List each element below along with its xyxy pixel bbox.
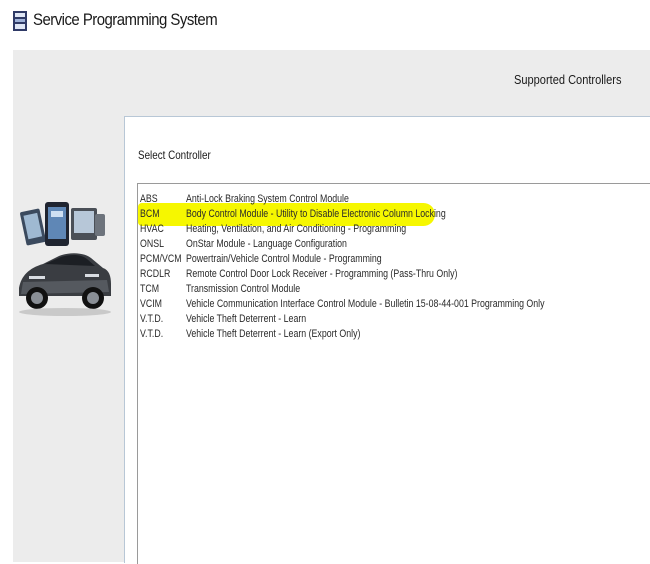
controller-code: V.T.D. (140, 313, 164, 325)
app-icon (13, 11, 27, 31)
controller-code: TCM (140, 283, 160, 295)
controller-selection-panel: Select Controller ABS Anti-Lock Braking … (124, 116, 650, 564)
controller-code: ABS (140, 193, 158, 205)
controller-description: Heating, Ventilation, and Air Conditioni… (186, 223, 407, 235)
controller-code: V.T.D. (140, 328, 164, 340)
select-controller-label: Select Controller (138, 148, 211, 162)
list-item-tcm[interactable]: TCM Transmission Control Module (138, 282, 650, 297)
car-and-scan-tools-icon (19, 202, 111, 316)
controller-code: VCIM (140, 298, 162, 310)
controller-code: RCDLR (140, 268, 171, 280)
controller-code: BCM (140, 208, 160, 220)
list-item-abs[interactable]: ABS Anti-Lock Braking System Control Mod… (138, 192, 650, 207)
controller-description: Vehicle Communication Interface Control … (186, 298, 545, 310)
controller-description: Vehicle Theft Deterrent - Learn (186, 313, 307, 325)
list-item-hvac[interactable]: HVAC Heating, Ventilation, and Air Condi… (138, 222, 650, 237)
controller-code: PCM/VCM (140, 253, 182, 265)
title-bar: Service Programming System (0, 0, 650, 48)
controller-description: Remote Control Door Lock Receiver - Prog… (186, 268, 458, 280)
controller-description: Vehicle Theft Deterrent - Learn (Export … (186, 328, 361, 340)
controller-list[interactable]: ABS Anti-Lock Braking System Control Mod… (137, 183, 650, 564)
controller-description: Anti-Lock Braking System Control Module (186, 193, 349, 205)
list-item-rcdlr[interactable]: RCDLR Remote Control Door Lock Receiver … (138, 267, 650, 282)
list-item-pcm-vcm[interactable]: PCM/VCM Powertrain/Vehicle Control Modul… (138, 252, 650, 267)
main-workspace: Supported Controllers Select Controller … (13, 50, 650, 564)
supported-controllers-header: Supported Controllers (514, 72, 622, 87)
controller-code: HVAC (140, 223, 164, 235)
controller-description: Body Control Module - Utility to Disable… (186, 208, 446, 220)
list-item-vtd[interactable]: V.T.D. Vehicle Theft Deterrent - Learn (138, 312, 650, 327)
controller-description: OnStar Module - Language Configuration (186, 238, 347, 250)
list-item-vtd-export[interactable]: V.T.D. Vehicle Theft Deterrent - Learn (… (138, 327, 650, 342)
controller-description: Transmission Control Module (186, 283, 301, 295)
controller-description: Powertrain/Vehicle Control Module - Prog… (186, 253, 382, 265)
window-title: Service Programming System (33, 10, 218, 29)
controller-code: ONSL (140, 238, 164, 250)
list-item-bcm[interactable]: BCM Body Control Module - Utility to Dis… (138, 207, 650, 222)
list-item-onsl[interactable]: ONSL OnStar Module - Language Configurat… (138, 237, 650, 252)
list-item-vcim[interactable]: VCIM Vehicle Communication Interface Con… (138, 297, 650, 312)
